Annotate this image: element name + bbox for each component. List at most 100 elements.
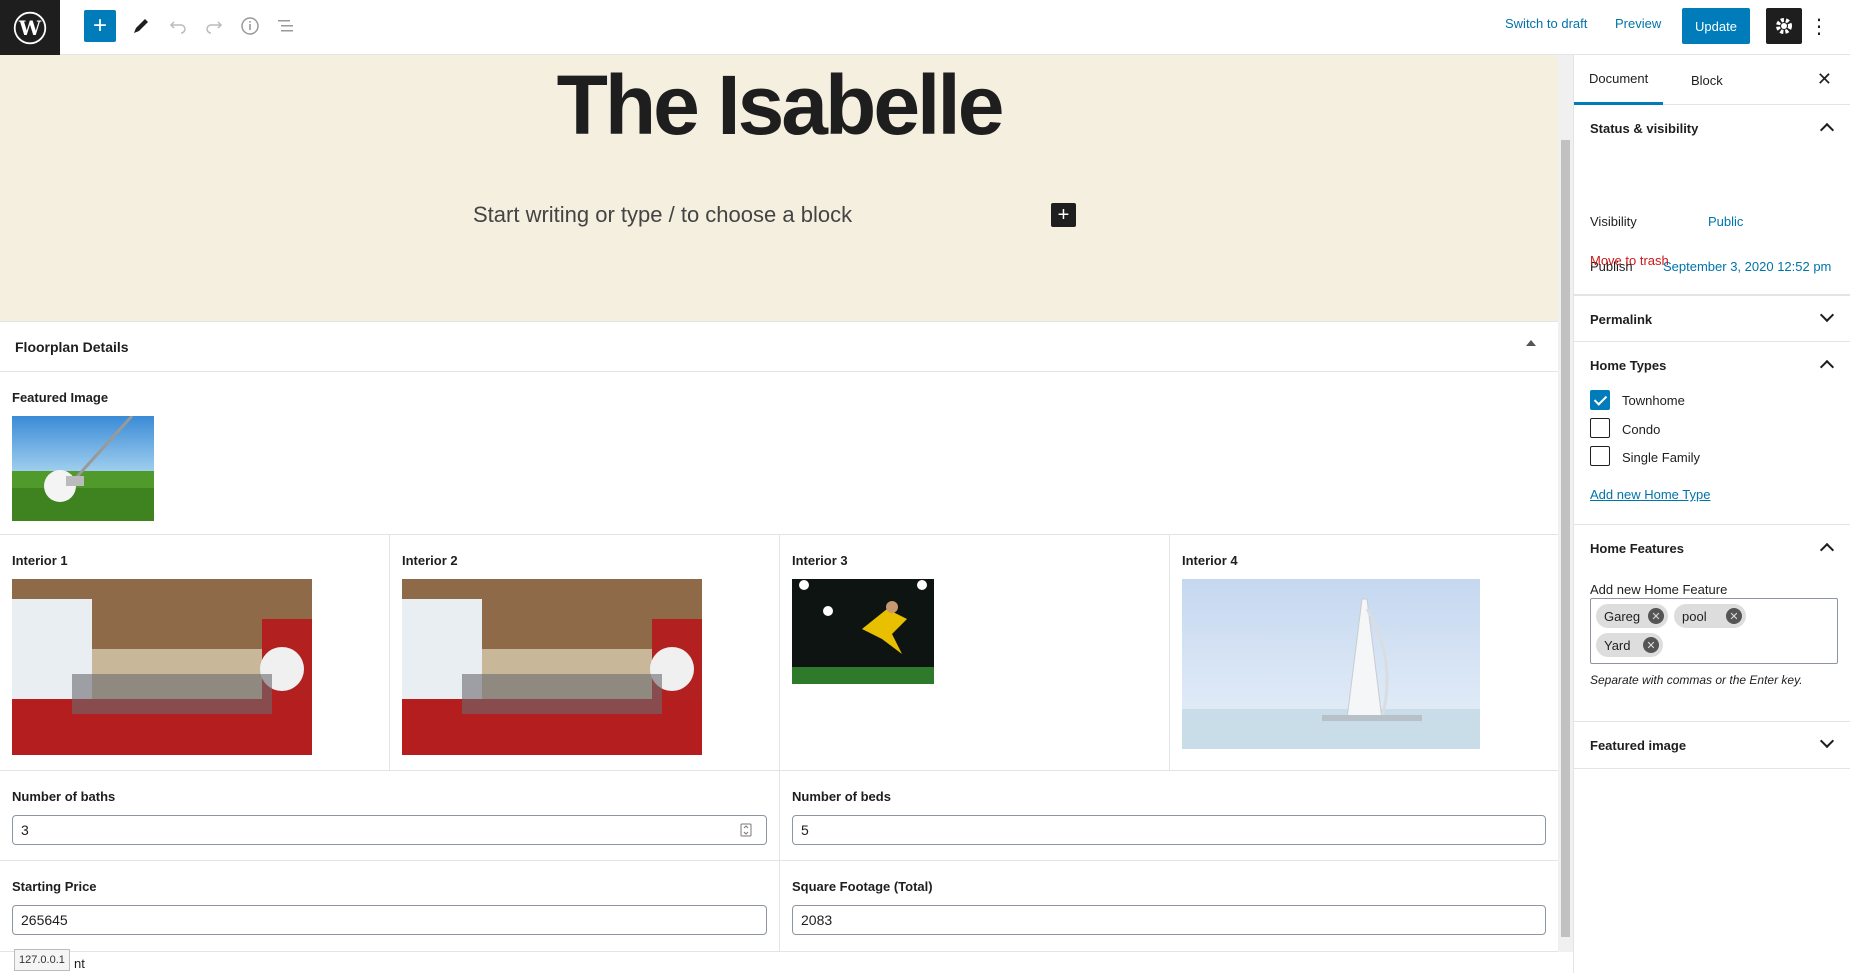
move-to-trash-link[interactable]: Move to trash xyxy=(1590,253,1669,268)
sqft-cell: Square Footage (Total) 2083 xyxy=(780,861,1558,951)
redo-icon[interactable] xyxy=(198,10,230,42)
sqft-input[interactable]: 2083 xyxy=(792,905,1546,935)
condo-label: Condo xyxy=(1622,422,1661,437)
price-input[interactable]: 265645 xyxy=(12,905,767,935)
featured-image-panel: Featured image xyxy=(1574,722,1850,769)
price-value: 265645 xyxy=(21,912,68,928)
tools-edit-icon[interactable] xyxy=(125,10,157,42)
publish-date-link[interactable]: September 3, 2020 12:52 pm xyxy=(1663,259,1831,274)
token-label: Gareg xyxy=(1604,608,1641,624)
home-types-title: Home Types xyxy=(1590,357,1667,373)
status-text: nt xyxy=(74,956,85,971)
interior-3-image[interactable] xyxy=(792,579,934,684)
home-features-help: Separate with commas or the Enter key. xyxy=(1590,673,1803,687)
chevron-down-icon xyxy=(1819,733,1835,749)
tab-document[interactable]: Document xyxy=(1574,55,1664,105)
interior-1-cell: Interior 1 xyxy=(0,535,390,770)
beds-value: 5 xyxy=(801,822,809,838)
switch-to-draft-button[interactable]: Switch to draft xyxy=(1505,16,1587,31)
outline-list-icon[interactable] xyxy=(270,10,302,42)
wordpress-logo-icon[interactable]: W xyxy=(0,0,60,55)
sqft-value: 2083 xyxy=(801,912,833,928)
editor-toolbar: W + Switch to draft Preview Update ⋮ xyxy=(0,0,1850,55)
close-icon[interactable]: ✕ xyxy=(1817,69,1832,90)
featured-image-row: Featured Image xyxy=(0,372,1558,535)
add-block-button[interactable]: + xyxy=(84,10,116,42)
interior-1-image[interactable] xyxy=(12,579,312,755)
interior-1-label: Interior 1 xyxy=(12,553,68,568)
beds-input[interactable]: 5 xyxy=(792,815,1546,845)
baths-label: Number of baths xyxy=(12,789,116,804)
single-family-label: Single Family xyxy=(1622,450,1701,465)
floorplan-details-metabox: Floorplan Details Featured Image Interio… xyxy=(0,322,1558,952)
interior-4-label: Interior 4 xyxy=(1182,553,1238,568)
sidebar-tabs: Document Block ✕ xyxy=(1574,55,1850,105)
token-yard: Yard ✕ xyxy=(1596,633,1663,657)
settings-sidebar: Document Block ✕ Status & visibility Vis… xyxy=(1573,55,1850,973)
chevron-up-icon xyxy=(1819,542,1835,558)
add-home-feature-label: Add new Home Feature xyxy=(1590,582,1728,597)
token-label: pool xyxy=(1682,608,1707,624)
number-stepper-icon[interactable] xyxy=(740,823,752,840)
baths-input[interactable]: 3 xyxy=(12,815,767,845)
featured-image-title: Featured image xyxy=(1590,737,1687,753)
interior-3-label: Interior 3 xyxy=(792,553,848,568)
featured-image-header[interactable]: Featured image xyxy=(1574,722,1850,768)
undo-icon[interactable] xyxy=(162,10,194,42)
townhome-checkbox[interactable] xyxy=(1590,390,1610,410)
price-label: Starting Price xyxy=(12,879,97,894)
interior-4-cell: Interior 4 xyxy=(1170,535,1558,770)
interior-2-image[interactable] xyxy=(402,579,702,755)
interior-2-cell: Interior 2 xyxy=(390,535,780,770)
scrollbar-thumb[interactable] xyxy=(1561,140,1570,937)
beds-cell: Number of beds 5 xyxy=(780,771,1558,860)
baths-cell: Number of baths 3 xyxy=(0,771,780,860)
token-gareg: Gareg ✕ xyxy=(1596,604,1668,628)
post-title[interactable]: The Isabelle xyxy=(0,55,1558,155)
baths-beds-row: Number of baths 3 Number of beds 5 xyxy=(0,771,1558,861)
permalink-header[interactable]: Permalink xyxy=(1574,296,1850,342)
remove-token-icon[interactable]: ✕ xyxy=(1648,608,1664,624)
remove-token-icon[interactable]: ✕ xyxy=(1643,637,1659,653)
townhome-label: Townhome xyxy=(1622,393,1685,408)
more-options-icon[interactable]: ⋮ xyxy=(1809,8,1829,44)
sqft-label: Square Footage (Total) xyxy=(792,879,933,894)
featured-image-label: Featured Image xyxy=(12,390,109,405)
single-family-checkbox[interactable] xyxy=(1590,446,1610,466)
home-types-header[interactable]: Home Types xyxy=(1574,342,1850,388)
inline-add-block-button[interactable]: + xyxy=(1051,203,1076,227)
update-button[interactable]: Update xyxy=(1682,8,1750,44)
editor-scrollbar[interactable] xyxy=(1558,55,1573,952)
price-cell: Starting Price 265645 xyxy=(0,861,780,951)
home-features-token-field[interactable]: Gareg ✕ pool ✕ Yard ✕ xyxy=(1590,598,1838,664)
info-icon[interactable] xyxy=(234,10,266,42)
status-visibility-header[interactable]: Status & visibility xyxy=(1574,105,1850,151)
status-visibility-title: Status & visibility xyxy=(1590,120,1699,136)
baths-value: 3 xyxy=(21,822,29,838)
home-features-header[interactable]: Home Features xyxy=(1574,525,1850,571)
token-label: Yard xyxy=(1604,637,1631,653)
url-tooltip: 127.0.0.1 xyxy=(14,949,70,971)
preview-button[interactable]: Preview xyxy=(1615,16,1661,31)
condo-checkbox[interactable] xyxy=(1590,418,1610,438)
chevron-up-icon xyxy=(1819,359,1835,375)
metabox-header[interactable]: Floorplan Details xyxy=(0,322,1558,372)
interior-4-image[interactable] xyxy=(1182,579,1480,749)
add-new-home-type-link[interactable]: Add new Home Type xyxy=(1590,487,1710,502)
post-header-area: The Isabelle Start writing or type / to … xyxy=(0,55,1558,322)
price-sqft-row: Starting Price 265645 Square Footage (To… xyxy=(0,861,1558,952)
editor-canvas: The Isabelle Start writing or type / to … xyxy=(0,55,1558,952)
interiors-row: Interior 1 Interior 2 Interior 3 Interio… xyxy=(0,535,1558,771)
status-bar xyxy=(0,952,1573,973)
tab-block[interactable]: Block xyxy=(1683,55,1731,105)
featured-image-thumbnail[interactable] xyxy=(12,416,154,521)
interior-3-cell: Interior 3 xyxy=(780,535,1170,770)
chevron-up-icon xyxy=(1819,122,1835,138)
metabox-title: Floorplan Details xyxy=(15,338,129,355)
visibility-value-link[interactable]: Public xyxy=(1708,214,1743,229)
block-placeholder[interactable]: Start writing or type / to choose a bloc… xyxy=(473,202,852,228)
settings-gear-icon[interactable] xyxy=(1766,8,1802,44)
permalink-panel: Permalink xyxy=(1574,295,1850,342)
collapse-toggle-icon[interactable] xyxy=(1526,340,1536,346)
remove-token-icon[interactable]: ✕ xyxy=(1726,608,1742,624)
